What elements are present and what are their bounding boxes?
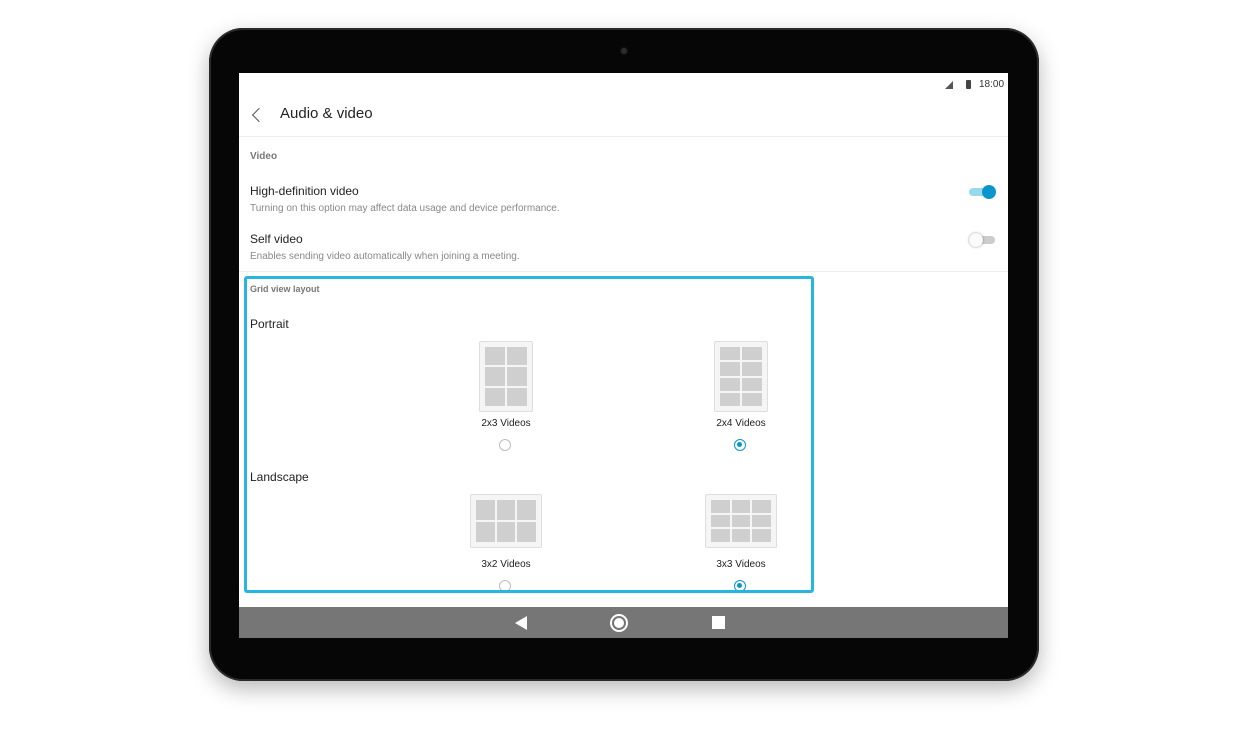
page-title: Audio & video	[280, 105, 373, 122]
hd-video-title: High-definition video	[250, 184, 359, 198]
self-video-toggle[interactable]	[969, 233, 997, 247]
recents-square-icon[interactable]	[712, 616, 725, 629]
back-triangle-icon[interactable]	[515, 616, 527, 630]
signal-icon	[945, 81, 953, 89]
tablet-frame: 18:00 Audio & video Video High-definitio…	[209, 28, 1039, 681]
hd-video-toggle[interactable]	[969, 185, 997, 199]
section-divider	[239, 271, 1008, 272]
status-time: 18:00	[979, 79, 1005, 90]
app-bar: Audio & video	[239, 95, 1008, 137]
self-video-title: Self video	[250, 232, 303, 246]
self-video-description: Enables sending video automatically when…	[250, 251, 520, 262]
toggle-thumb	[982, 185, 996, 199]
hd-video-description: Turning on this option may affect data u…	[250, 203, 560, 214]
system-nav-bar	[239, 607, 1008, 638]
status-bar: 18:00	[239, 73, 1008, 95]
toggle-thumb	[969, 233, 983, 247]
device-screen: 18:00 Audio & video Video High-definitio…	[239, 73, 1008, 638]
home-circle-icon[interactable]	[610, 614, 628, 632]
grid-layout-highlight	[244, 276, 814, 593]
battery-icon	[966, 80, 971, 89]
section-header-video: Video	[250, 151, 278, 162]
front-camera	[621, 48, 627, 54]
chevron-left-icon[interactable]	[251, 107, 267, 123]
